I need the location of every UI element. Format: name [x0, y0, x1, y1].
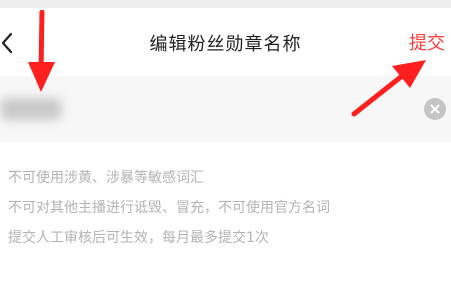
note-1: 不可使用涉黄、涉暴等敏感词汇	[8, 170, 204, 186]
status-strip	[0, 0, 451, 8]
clear-icon	[430, 104, 440, 114]
blurred-input-value	[0, 98, 62, 120]
rules-notes: 不可使用涉黄、涉暴等敏感词汇 不可对其他主播进行诋毁、冒充，不可使用官方名词 提…	[8, 163, 438, 253]
edit-fan-medal-name-screen: 编辑粉丝勋章名称 提交 不可使用涉黄、涉暴等敏感词汇 不可对其他主播进行诋毁、冒…	[0, 0, 451, 305]
clear-button[interactable]	[424, 98, 446, 120]
note-2: 不可对其他主播进行诋毁、冒充，不可使用官方名词	[8, 200, 330, 216]
note-3: 提交人工审核后可生效，每月最多提交1次	[8, 230, 269, 246]
submit-button[interactable]: 提交	[409, 29, 445, 55]
medal-name-input-row	[0, 76, 451, 142]
header: 编辑粉丝勋章名称 提交	[0, 8, 451, 76]
page-title: 编辑粉丝勋章名称	[149, 34, 302, 55]
